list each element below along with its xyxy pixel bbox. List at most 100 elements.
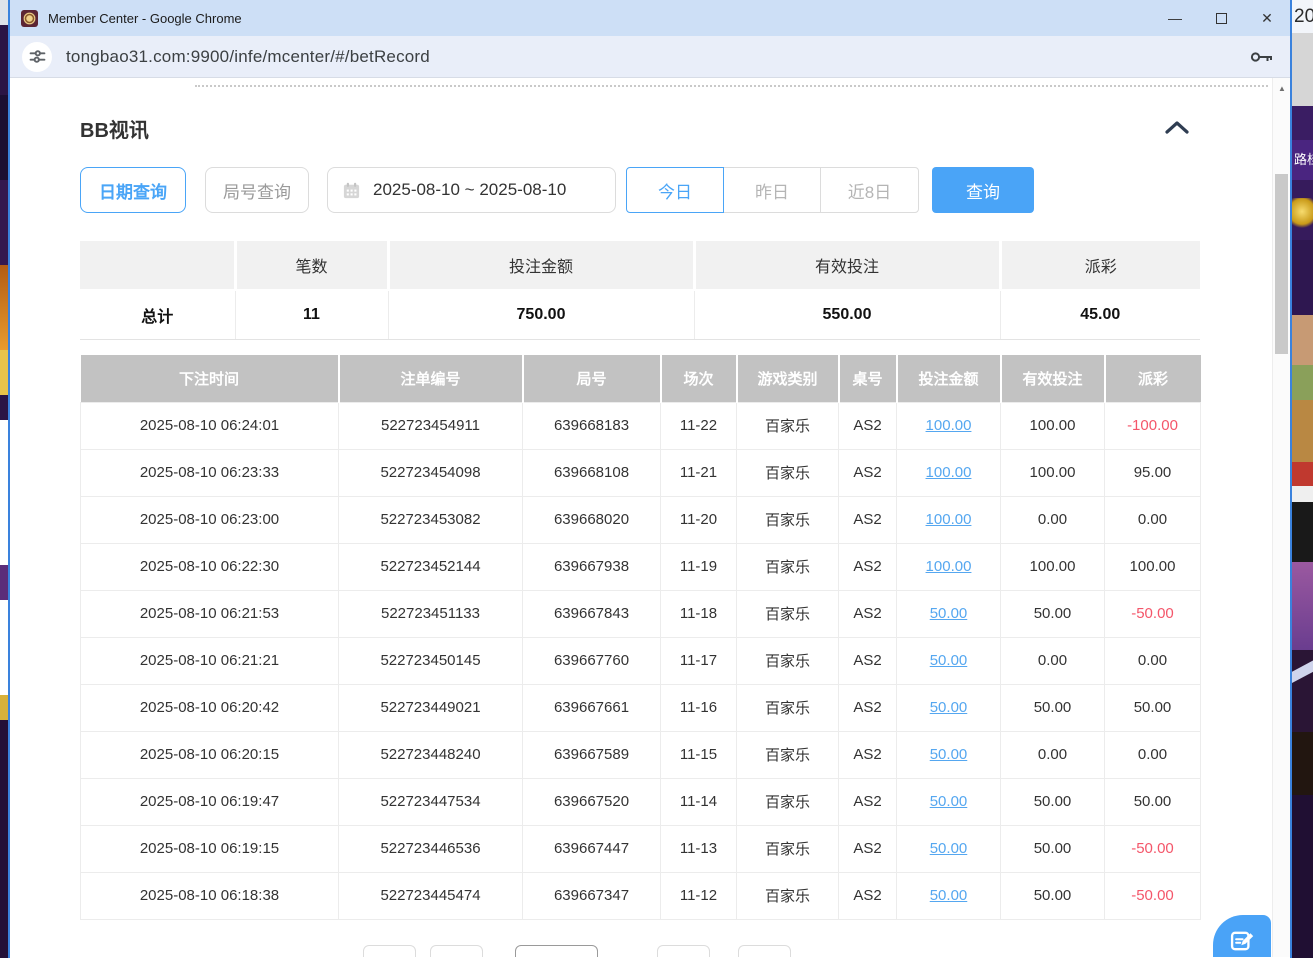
today-button[interactable]: 今日 [626, 167, 724, 213]
bet-amount-cell: 50.00 [897, 731, 1001, 778]
session-cell: 11-13 [661, 825, 737, 872]
summary-total-label: 总计 [80, 290, 235, 339]
bet-amount-link[interactable]: 50.00 [930, 652, 968, 669]
game-type-cell: 百家乐 [737, 543, 839, 590]
table-id-cell: AS2 [839, 825, 897, 872]
game-type-cell: 百家乐 [737, 449, 839, 496]
date-query-tab[interactable]: 日期查询 [80, 167, 186, 213]
yesterday-button[interactable]: 昨日 [723, 167, 821, 213]
round-id-cell: 639667520 [523, 778, 661, 825]
address-bar[interactable]: tongbao31.com:9900/infe/mcenter/#/betRec… [66, 47, 430, 67]
pagination-page-size-select[interactable] [515, 945, 598, 957]
table-row: 2025-08-10 06:20:42522723449021639667661… [81, 684, 1201, 731]
order-id-cell: 522723452144 [339, 543, 523, 590]
valid-bet-cell: 50.00 [1001, 825, 1105, 872]
screen: 20 路桂 Member Center - Google Chrome — ✕ [0, 0, 1313, 958]
order-id-cell: 522723445474 [339, 872, 523, 919]
maximize-button[interactable] [1198, 0, 1244, 36]
window-controls: — ✕ [1152, 0, 1290, 36]
bet-amount-link[interactable]: 100.00 [926, 558, 972, 575]
collapse-section-button[interactable] [1160, 116, 1194, 138]
session-cell: 11-12 [661, 872, 737, 919]
bet-amount-link[interactable]: 50.00 [930, 887, 968, 904]
game-type-cell: 百家乐 [737, 402, 839, 449]
summary-header-blank [80, 241, 235, 290]
maximize-icon [1216, 13, 1227, 24]
bet-amount-link[interactable]: 50.00 [930, 793, 968, 810]
order-id-cell: 522723451133 [339, 590, 523, 637]
scrollbar-up-arrow[interactable]: ▲ [1273, 84, 1290, 93]
bet-time-cell: 2025-08-10 06:21:21 [81, 637, 339, 684]
column-header: 投注金额 [897, 355, 1001, 402]
bet-time-cell: 2025-08-10 06:23:33 [81, 449, 339, 496]
order-id-cell: 522723449021 [339, 684, 523, 731]
order-id-cell: 522723446536 [339, 825, 523, 872]
round-id-cell: 639667661 [523, 684, 661, 731]
date-range-input[interactable]: 2025-08-10 ~ 2025-08-10 [327, 167, 616, 213]
bet-amount-cell: 50.00 [897, 778, 1001, 825]
bet-table-head-row: 下注时间注单编号局号场次游戏类别桌号投注金额有效投注派彩 [81, 355, 1201, 402]
payout-cell: -100.00 [1105, 402, 1201, 449]
order-id-cell: 522723450145 [339, 637, 523, 684]
feedback-compose-button[interactable] [1213, 915, 1271, 957]
password-manager-button[interactable] [1250, 50, 1274, 64]
column-header: 下注时间 [81, 355, 339, 402]
bet-amount-cell: 100.00 [897, 543, 1001, 590]
summary-table: 笔数 投注金额 有效投注 派彩 总计 11 750.00 550.00 45.0… [80, 241, 1200, 340]
bet-amount-link[interactable]: 100.00 [926, 417, 972, 434]
valid-bet-cell: 0.00 [1001, 731, 1105, 778]
bet-time-cell: 2025-08-10 06:20:15 [81, 731, 339, 778]
table-row: 2025-08-10 06:18:38522723445474639667347… [81, 872, 1201, 919]
bet-amount-cell: 50.00 [897, 684, 1001, 731]
last-8-days-button[interactable]: 近8日 [820, 167, 919, 213]
bet-time-cell: 2025-08-10 06:20:42 [81, 684, 339, 731]
payout-cell: 0.00 [1105, 731, 1201, 778]
bet-amount-link[interactable]: 50.00 [930, 840, 968, 857]
summary-header-count: 笔数 [235, 241, 388, 290]
pagination-button[interactable] [738, 945, 791, 957]
bet-amount-link[interactable]: 50.00 [930, 699, 968, 716]
round-id-cell: 639667589 [523, 731, 661, 778]
session-cell: 11-17 [661, 637, 737, 684]
table-id-cell: AS2 [839, 684, 897, 731]
bet-time-cell: 2025-08-10 06:18:38 [81, 872, 339, 919]
valid-bet-cell: 50.00 [1001, 684, 1105, 731]
quick-date-group: 今日 昨日 近8日 [626, 167, 919, 213]
page-scrollbar[interactable]: ▲ [1272, 78, 1290, 957]
game-type-cell: 百家乐 [737, 637, 839, 684]
payout-cell: -50.00 [1105, 590, 1201, 637]
session-cell: 11-14 [661, 778, 737, 825]
valid-bet-cell: 0.00 [1001, 637, 1105, 684]
bet-time-cell: 2025-08-10 06:23:00 [81, 496, 339, 543]
bet-amount-link[interactable]: 100.00 [926, 511, 972, 528]
bet-amount-cell: 50.00 [897, 872, 1001, 919]
table-row: 2025-08-10 06:21:53522723451133639667843… [81, 590, 1201, 637]
pagination-button[interactable] [363, 945, 416, 957]
summary-bet-amount-value: 750.00 [388, 290, 694, 339]
site-info-button[interactable] [22, 42, 52, 72]
bet-amount-link[interactable]: 100.00 [926, 464, 972, 481]
column-header: 游戏类别 [737, 355, 839, 402]
pagination-button[interactable] [657, 945, 710, 957]
payout-cell: -50.00 [1105, 825, 1201, 872]
summary-header-payout: 派彩 [1000, 241, 1200, 290]
payout-cell: 50.00 [1105, 778, 1201, 825]
bet-amount-link[interactable]: 50.00 [930, 746, 968, 763]
order-id-cell: 522723454098 [339, 449, 523, 496]
search-button[interactable]: 查询 [932, 167, 1034, 213]
minimize-button[interactable]: — [1152, 0, 1198, 36]
pagination-button[interactable] [430, 945, 483, 957]
round-query-tab[interactable]: 局号查询 [205, 167, 309, 213]
table-row: 2025-08-10 06:20:15522723448240639667589… [81, 731, 1201, 778]
qr-code-fragment [0, 600, 8, 695]
bet-amount-link[interactable]: 50.00 [930, 605, 968, 622]
date-range-value: 2025-08-10 ~ 2025-08-10 [373, 180, 566, 200]
summary-header-row: 笔数 投注金额 有效投注 派彩 [80, 241, 1200, 290]
table-id-cell: AS2 [839, 872, 897, 919]
compose-icon [1228, 927, 1256, 955]
bet-amount-cell: 50.00 [897, 825, 1001, 872]
scrollbar-thumb[interactable] [1275, 174, 1288, 354]
minimize-icon: — [1168, 10, 1182, 26]
order-id-cell: 522723447534 [339, 778, 523, 825]
close-button[interactable]: ✕ [1244, 0, 1290, 36]
